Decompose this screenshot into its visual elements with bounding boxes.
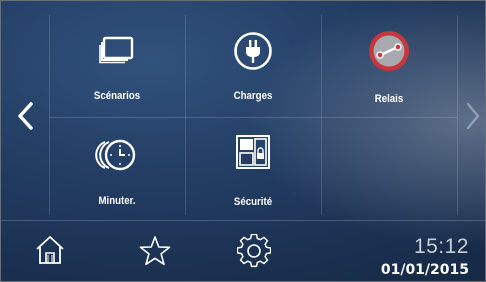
tile-charges[interactable]: Charges (185, 15, 321, 119)
chevron-right-icon[interactable] (463, 101, 483, 131)
tile-label: Sécurité (233, 196, 273, 208)
gear-icon[interactable] (237, 234, 271, 268)
tile-label: Minuter. (98, 195, 136, 207)
home-icon[interactable] (34, 234, 66, 266)
power-plug-icon (234, 32, 272, 70)
tile-label: Relais (374, 93, 404, 105)
relay-switch-icon (369, 31, 409, 71)
grid-divider (457, 15, 458, 215)
tile-scenarios[interactable]: Scénarios (49, 15, 185, 119)
home-screen: Scénarios Charges Relais Minuter. Sécuri… (0, 0, 486, 282)
tile-relais[interactable]: Relais (321, 15, 457, 119)
security-lock-icon (236, 135, 270, 169)
timer-clock-icon (95, 139, 136, 171)
tile-label: Charges (233, 90, 273, 102)
tile-label: Scénarios (93, 90, 141, 102)
chevron-left-icon[interactable] (15, 101, 37, 131)
tile-minuter[interactable]: Minuter. (49, 117, 185, 221)
scenarios-stack-icon (99, 36, 134, 64)
star-icon[interactable] (139, 235, 171, 267)
clock-time: 15:12 (413, 235, 469, 258)
tile-securite[interactable]: Sécurité (185, 117, 321, 221)
clock-date: 01/01/2015 (380, 262, 469, 278)
